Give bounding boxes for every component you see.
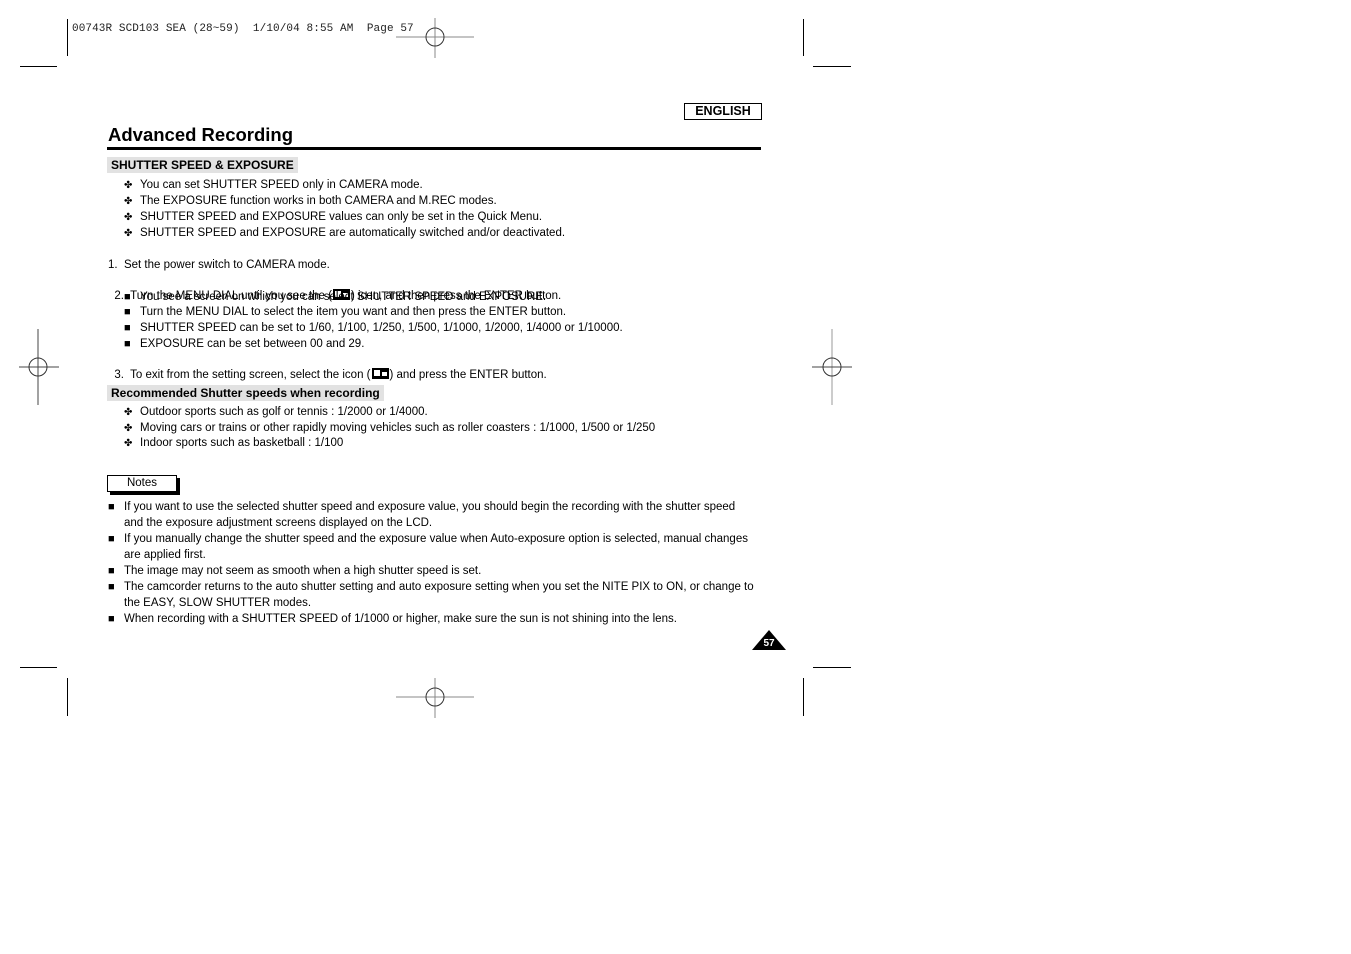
title-divider: [107, 147, 761, 150]
square-bullet-icon: ■: [124, 291, 131, 303]
list-item: ✤ Indoor sports such as basketball : 1/10…: [124, 436, 343, 451]
note-text: If you want to use the selected shutter …: [124, 501, 736, 513]
cross-bullet-icon: ✤: [124, 196, 133, 207]
note-item: ■ The image may not seem as smooth when a…: [108, 564, 481, 579]
cross-bullet-icon: ✤: [124, 212, 133, 223]
menu-quick-icon: [371, 368, 389, 379]
cross-bullet-icon: ✤: [124, 228, 133, 239]
list-item-text: Outdoor sports such as golf or tennis : …: [140, 406, 428, 418]
note-text: When recording with a SHUTTER SPEED of 1…: [124, 613, 677, 625]
note-item: ■ When recording with a SHUTTER SPEED of …: [108, 612, 677, 627]
page-number-badge: 57: [752, 630, 786, 650]
list-item: ✤ The EXPOSURE function works in both CAM…: [124, 194, 497, 209]
print-header: 00743R SCD103 SEA (28~59) 1/10/04 8:55 A…: [72, 23, 414, 35]
page-number: 57: [763, 638, 775, 649]
registration-mark-icon: [396, 678, 474, 718]
crop-mark: [20, 66, 57, 67]
list-item-text: Turn the MENU DIAL to select the item yo…: [140, 306, 567, 318]
step-1: 1. Set the power switch to CAMERA mode.: [108, 259, 330, 271]
step-3-text-start: 3. To exit from the setting screen, sele…: [114, 369, 371, 381]
square-bullet-icon: ■: [108, 533, 115, 545]
sub-list-item: ■ You see a screen on which you can selec…: [124, 290, 546, 305]
note-text: The image may not seem as smooth when a …: [124, 565, 482, 577]
section-heading-shutter-speed-exposure: SHUTTER SPEED & EXPOSURE: [107, 157, 298, 173]
list-item: ✤ Moving cars or trains or other rapidly …: [124, 421, 655, 436]
list-item-text: Indoor sports such as basketball : 1/100: [140, 437, 344, 449]
cross-bullet-icon: ✤: [124, 180, 133, 191]
list-item-text: You see a screen on which you can select…: [140, 291, 547, 303]
notes-label: Notes: [107, 475, 177, 492]
section-heading-recommended-shutter-speeds: Recommended Shutter speeds when recordin…: [107, 385, 384, 401]
sub-list-item: ■ EXPOSURE can be set between 00 and 29.: [124, 337, 364, 352]
note-continuation: are applied first.: [124, 549, 206, 561]
step-3-text-end: ) and press the ENTER button.: [389, 369, 547, 381]
crop-mark: [67, 678, 68, 716]
crop-mark: [803, 19, 804, 56]
list-item: ✤ You can set SHUTTER SPEED only in CAMER…: [124, 178, 423, 193]
cross-bullet-icon: ✤: [124, 423, 133, 434]
page-title: Advanced Recording: [108, 124, 294, 145]
list-item-text: You can set SHUTTER SPEED only in CAMERA…: [140, 179, 423, 191]
cross-bullet-icon: ✤: [124, 407, 133, 418]
note-item: ■ If you manually change the shutter spee…: [108, 532, 748, 547]
note-item: ■ If you want to use the selected shutter…: [108, 500, 735, 515]
list-item-text: SHUTTER SPEED and EXPOSURE are automatic…: [140, 227, 566, 239]
crop-mark: [813, 66, 851, 67]
sub-list-item: ■ Turn the MENU DIAL to select the item y…: [124, 305, 566, 320]
note-continuation: and the exposure adjustment screens disp…: [124, 517, 433, 529]
list-item-text: EXPOSURE can be set between 00 and 29.: [140, 338, 365, 350]
square-bullet-icon: ■: [108, 501, 115, 513]
note-continuation: the EASY, SLOW SHUTTER modes.: [124, 597, 312, 609]
registration-mark-icon: [396, 18, 474, 58]
note-text: If you manually change the shutter speed…: [124, 533, 748, 545]
crop-mark: [803, 678, 804, 716]
list-item: ✤ Outdoor sports such as golf or tennis :…: [124, 405, 428, 420]
list-item: ✤ SHUTTER SPEED and EXPOSURE are automati…: [124, 226, 565, 241]
list-item: ✤ SHUTTER SPEED and EXPOSURE values can o…: [124, 210, 542, 225]
crop-mark: [813, 667, 851, 668]
square-bullet-icon: ■: [108, 565, 115, 577]
square-bullet-icon: ■: [108, 613, 115, 625]
note-text: The camcorder returns to the auto shutte…: [124, 581, 754, 593]
list-item-text: SHUTTER SPEED and EXPOSURE values can on…: [140, 211, 543, 223]
crop-mark: [67, 19, 68, 56]
crop-mark: [20, 667, 57, 668]
square-bullet-icon: ■: [124, 338, 131, 350]
sub-list-item: ■ SHUTTER SPEED can be set to 1/60, 1/100…: [124, 321, 623, 336]
cross-bullet-icon: ✤: [124, 438, 133, 449]
step-3: 3. To exit from the setting screen, sele…: [108, 353, 547, 383]
list-item-text: SHUTTER SPEED can be set to 1/60, 1/100,…: [140, 322, 623, 334]
note-item: ■ The camcorder returns to the auto shutt…: [108, 580, 754, 595]
square-bullet-icon: ■: [108, 581, 115, 593]
square-bullet-icon: ■: [124, 306, 131, 318]
registration-mark-icon: [812, 329, 852, 405]
square-bullet-icon: ■: [124, 322, 131, 334]
language-badge: ENGLISH: [684, 103, 762, 120]
list-item-text: Moving cars or trains or other rapidly m…: [140, 422, 656, 434]
list-item-text: The EXPOSURE function works in both CAME…: [140, 195, 497, 207]
registration-mark-icon: [19, 329, 59, 405]
